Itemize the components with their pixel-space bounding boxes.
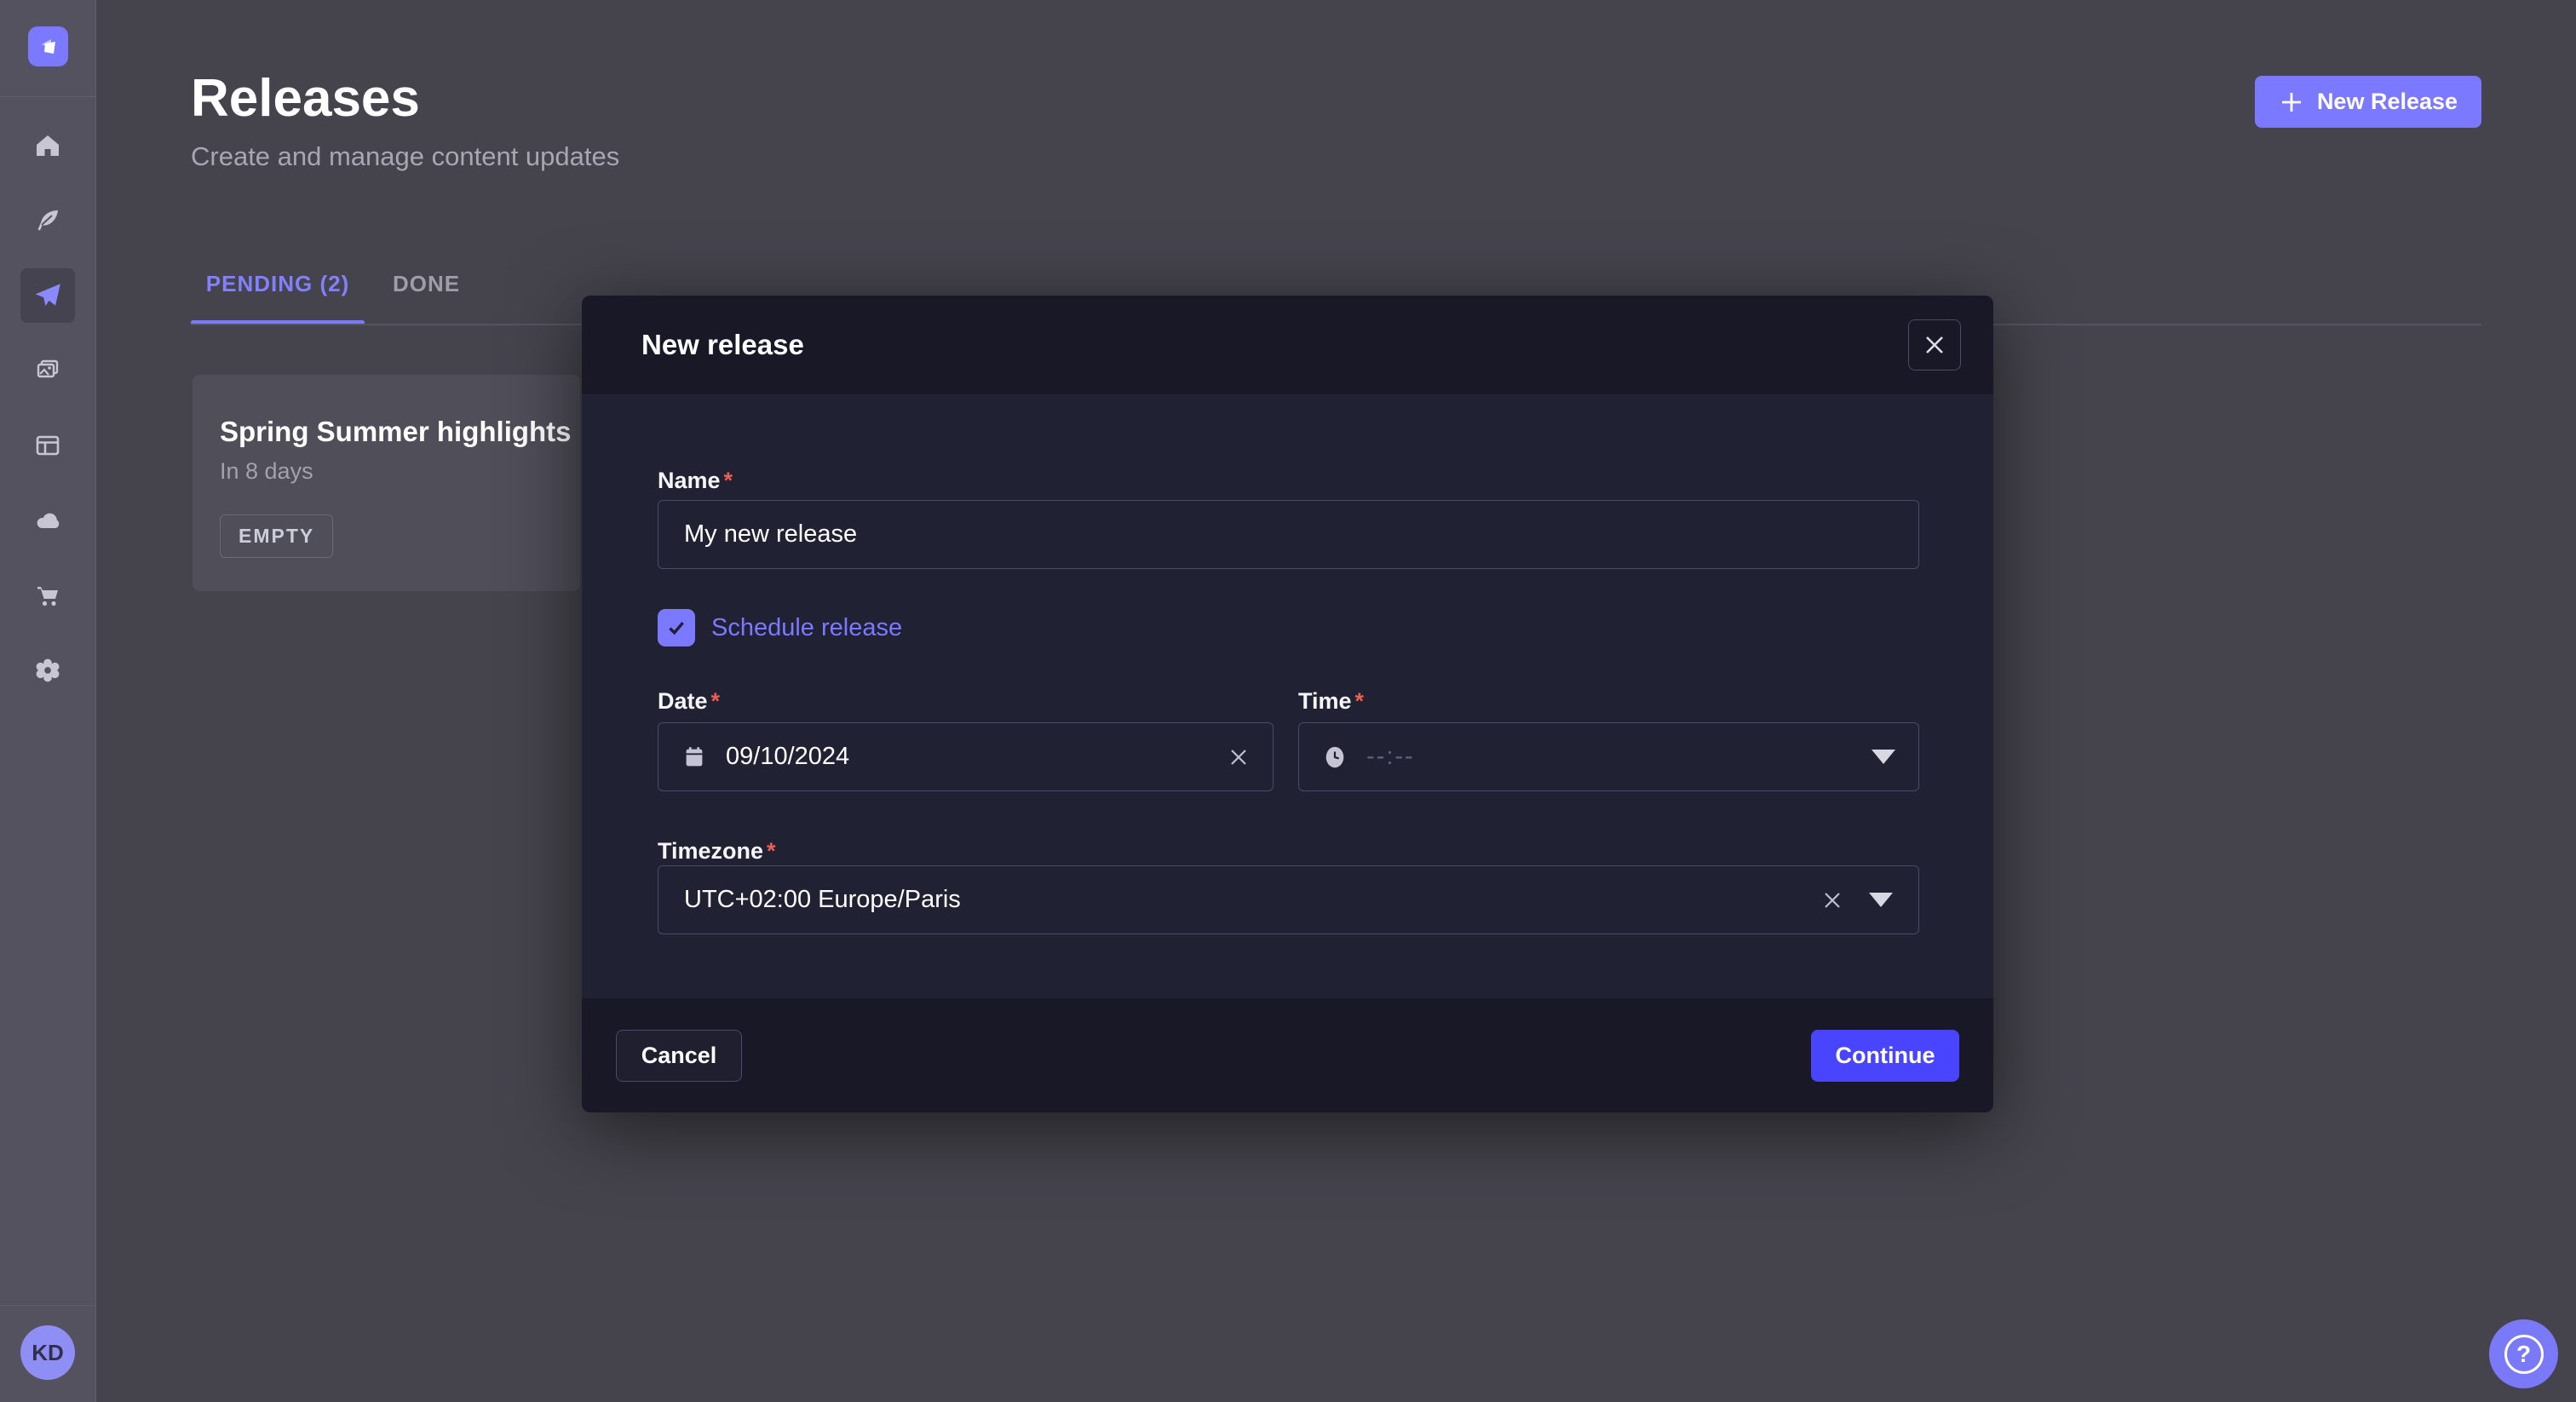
sidebar-item-content-manager[interactable] [20, 418, 75, 473]
quill-icon [34, 207, 61, 234]
release-card-title: Spring Summer highlights [220, 416, 572, 448]
send-icon [33, 281, 62, 310]
release-card-due: In 8 days [220, 458, 313, 485]
release-card[interactable]: Spring Summer highlights In 8 days EMPTY [193, 375, 580, 591]
required-marker: * [767, 838, 776, 864]
tab-pending[interactable]: PENDING (2) [191, 271, 365, 297]
sidebar: KD [0, 0, 96, 1402]
page-title: Releases [191, 68, 420, 129]
cloud-icon [34, 507, 61, 534]
timezone-label: Timezone* [658, 838, 776, 865]
clear-timezone-icon[interactable] [1821, 889, 1843, 911]
modal-close-button[interactable] [1908, 319, 1961, 371]
sidebar-item-deploy[interactable] [20, 493, 75, 548]
sidebar-divider [0, 96, 95, 97]
chevron-down-icon [1869, 893, 1893, 907]
modal-footer: Cancel Continue [582, 998, 1993, 1112]
new-release-label: New Release [2317, 89, 2458, 115]
question-icon: ? [2504, 1335, 2544, 1374]
strapi-logo-icon [37, 35, 60, 59]
modal-header: New release [582, 296, 1993, 395]
required-marker: * [724, 468, 733, 493]
date-label: Date* [658, 688, 720, 715]
strapi-logo[interactable] [28, 26, 68, 66]
close-icon [1923, 334, 1946, 356]
checkmark-icon [664, 616, 688, 640]
time-label: Time* [1298, 688, 1364, 715]
user-avatar[interactable]: KD [20, 1325, 75, 1380]
avatar-initials: KD [32, 1340, 64, 1366]
timezone-value: UTC+02:00 Europe/Paris [684, 886, 961, 914]
sidebar-item-media[interactable] [20, 343, 75, 398]
name-label: Name* [658, 468, 733, 494]
images-icon [34, 357, 61, 384]
gear-icon [33, 656, 62, 685]
help-button[interactable]: ? [2489, 1319, 2558, 1388]
modal-title: New release [641, 329, 804, 361]
new-release-button[interactable]: New Release [2255, 76, 2481, 128]
time-picker[interactable]: --:-- [1298, 722, 1919, 791]
sidebar-divider [0, 1305, 95, 1306]
schedule-checkbox[interactable] [658, 609, 695, 646]
time-placeholder: --:-- [1366, 743, 1415, 771]
date-picker[interactable]: 09/10/2024 [658, 722, 1274, 791]
cart-icon [34, 582, 61, 609]
required-marker: * [1355, 688, 1365, 714]
new-release-modal: New release Name* Schedule release Date*… [582, 296, 1993, 1112]
plus-icon [2279, 89, 2304, 115]
sidebar-item-settings[interactable] [20, 643, 75, 698]
clear-date-icon[interactable] [1228, 746, 1250, 768]
modal-body: Name* Schedule release Date* Time* 09/10… [582, 395, 1993, 998]
layout-icon [34, 432, 61, 459]
cancel-button[interactable]: Cancel [616, 1030, 742, 1082]
page-subtitle: Create and manage content updates [191, 141, 619, 172]
calendar-icon [681, 744, 707, 770]
release-card-badge: EMPTY [220, 514, 333, 558]
sidebar-item-home[interactable] [20, 118, 75, 173]
schedule-label: Schedule release [711, 614, 902, 642]
chevron-down-icon [1872, 750, 1895, 764]
tab-done[interactable]: DONE [393, 271, 460, 297]
sidebar-item-marketplace[interactable] [20, 568, 75, 623]
name-input[interactable] [658, 500, 1919, 569]
clock-icon [1322, 744, 1348, 770]
date-value: 09/10/2024 [726, 743, 849, 771]
schedule-release-row[interactable]: Schedule release [658, 609, 902, 646]
home-icon [34, 132, 61, 159]
timezone-select[interactable]: UTC+02:00 Europe/Paris [658, 865, 1919, 934]
continue-button[interactable]: Continue [1811, 1030, 1959, 1082]
sidebar-nav [0, 118, 95, 698]
sidebar-item-content[interactable] [20, 193, 75, 248]
sidebar-item-releases[interactable] [20, 268, 75, 323]
required-marker: * [711, 688, 721, 714]
